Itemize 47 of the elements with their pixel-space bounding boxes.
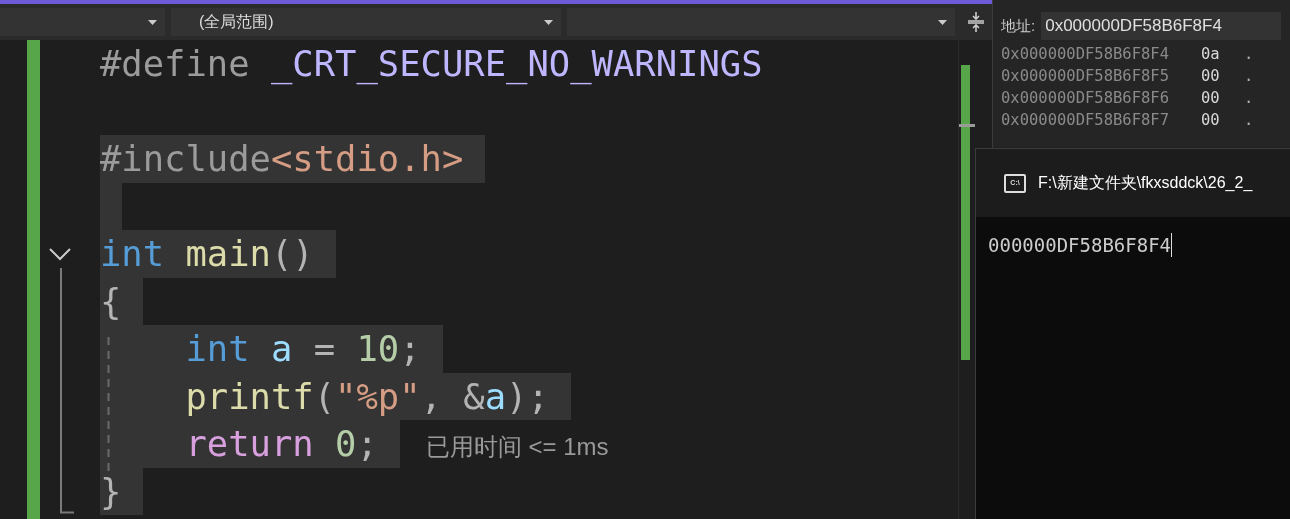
memory-value: 00	[1201, 88, 1221, 109]
code-token: #include	[100, 137, 271, 181]
caret-icon	[148, 19, 157, 25]
memory-address: 0x000000DF58B6F8F7	[1001, 110, 1170, 131]
split-icon[interactable]	[967, 12, 985, 32]
code-token: a	[271, 327, 293, 371]
address-field[interactable]: 0x000000DF58B6F8F4	[1041, 12, 1282, 40]
code-token: #define	[100, 42, 251, 86]
code-token: return	[184, 422, 315, 466]
code-token: <stdio.h>	[271, 137, 464, 181]
code-token: ;	[399, 327, 421, 371]
memory-value: 00	[1201, 110, 1221, 131]
memory-address: 0x000000DF58B6F8F4	[1001, 44, 1170, 65]
address-label: 地址:	[1001, 15, 1036, 36]
text-cursor	[1171, 233, 1173, 258]
code-token: printf	[184, 374, 314, 419]
code-token: );	[506, 374, 549, 419]
memory-ascii: .	[1244, 88, 1254, 109]
memory-ascii: .	[1244, 66, 1254, 87]
code-token: 10	[356, 327, 400, 371]
code-token: , &	[420, 374, 485, 419]
code-token: int	[100, 232, 166, 276]
fold-icon[interactable]	[49, 247, 73, 261]
code-token: int	[184, 327, 251, 371]
memory-address: 0x000000DF58B6F8F5	[1001, 66, 1170, 87]
code-token: 0	[335, 422, 357, 466]
memory-value: 0a	[1201, 44, 1221, 65]
code-token: _CRT_SECURE_NO_WARNINGS	[271, 42, 763, 87]
memory-ascii: .	[1244, 110, 1254, 131]
code-token: {	[100, 279, 122, 324]
code-token: ;	[356, 422, 378, 466]
code-token: main	[185, 232, 271, 276]
inline-hint: 已用时间 <= 1ms	[425, 432, 609, 462]
code-token: a	[484, 374, 507, 419]
console-title: F:\新建文件夹\fkxsddck\26_2_	[1038, 173, 1253, 193]
memory-value: 00	[1201, 66, 1221, 87]
memory-address: 0x000000DF58B6F8F6	[1001, 88, 1170, 109]
caret-icon	[938, 19, 947, 25]
console-output: 000000DF58B6F8F4	[988, 233, 1172, 258]
scope-dropdown[interactable]: (全局范围)	[171, 8, 561, 36]
memory-ascii: .	[1244, 44, 1254, 65]
caret-icon	[544, 19, 553, 25]
code-token: }	[100, 469, 122, 514]
code-token: ()	[271, 232, 314, 276]
code-token: =	[312, 327, 337, 371]
code-token: "%p"	[335, 374, 421, 419]
code-token: (	[313, 374, 336, 419]
